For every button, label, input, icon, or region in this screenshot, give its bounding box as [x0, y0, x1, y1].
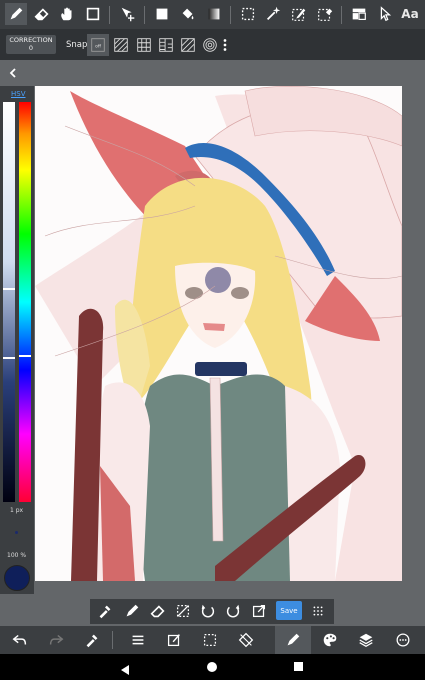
pen-icon[interactable] [121, 600, 143, 622]
clear-layer-icon[interactable] [172, 600, 194, 622]
separator [230, 6, 231, 24]
layer-tool-icon[interactable] [348, 3, 370, 25]
more-options-icon[interactable] [215, 34, 235, 56]
select-pen-tool-icon[interactable] [288, 3, 310, 25]
recents-nav-icon[interactable] [294, 662, 303, 671]
redo-icon[interactable] [45, 629, 67, 651]
snap-perspective-grid-icon[interactable] [155, 34, 177, 56]
drawing-canvas[interactable] [35, 86, 402, 581]
correction-label: CORRECTION [9, 36, 53, 44]
collapse-panel-icon[interactable] [6, 65, 20, 79]
hand-tool-icon[interactable] [56, 3, 78, 25]
edit-icon[interactable] [163, 629, 185, 651]
bucket-tool-icon[interactable] [177, 3, 199, 25]
eyedropper-icon[interactable] [81, 629, 103, 651]
snap-off-icon[interactable]: off [87, 34, 109, 56]
selection-icon[interactable] [199, 629, 221, 651]
separator [144, 6, 145, 24]
eraser-tool-icon[interactable] [31, 3, 53, 25]
correction-value: 0 [28, 44, 34, 52]
correction-button[interactable]: CORRECTION 0 [6, 35, 56, 54]
snap-label: Snap [66, 40, 88, 50]
opacity-label[interactable]: 100 % [7, 552, 26, 559]
top-toolbar: Aa [0, 0, 425, 29]
snap-grid-icon[interactable] [133, 34, 155, 56]
eraser-icon[interactable] [147, 600, 169, 622]
redo-rotate-icon[interactable] [222, 600, 244, 622]
separator [112, 631, 113, 649]
pointer-tool-icon[interactable] [374, 3, 396, 25]
select-eraser-tool-icon[interactable] [314, 3, 336, 25]
save-button[interactable]: Save [276, 601, 302, 620]
brightness-slider-handle[interactable] [3, 288, 15, 290]
home-nav-icon[interactable] [207, 662, 217, 672]
snap-diagonal-icon[interactable] [177, 34, 199, 56]
undo-rotate-icon[interactable] [197, 600, 219, 622]
layers-icon[interactable] [355, 629, 377, 651]
rectangle-tool-icon[interactable] [82, 3, 104, 25]
menu-icon[interactable] [127, 629, 149, 651]
fill-shape-tool-icon[interactable] [151, 3, 173, 25]
bottom-toolbar [0, 626, 425, 654]
hue-slider[interactable] [19, 102, 31, 502]
svg-text:off: off [95, 44, 102, 50]
transform-icon[interactable] [235, 629, 257, 651]
pen-icon[interactable] [282, 629, 304, 651]
snap-parallel-icon[interactable] [110, 34, 132, 56]
separator [109, 6, 110, 24]
brightness-slider[interactable] [3, 102, 15, 502]
back-nav-icon[interactable] [120, 661, 130, 680]
text-tool-icon[interactable]: Aa [399, 3, 421, 25]
current-color-swatch[interactable] [4, 565, 30, 591]
magic-wand-tool-icon[interactable] [262, 3, 284, 25]
palette-icon[interactable] [319, 629, 341, 651]
pen-tool-icon[interactable] [5, 3, 27, 25]
selection-tool-icon[interactable] [237, 3, 259, 25]
hue-slider-handle[interactable] [19, 355, 31, 357]
brush-size-label[interactable]: 1 px [10, 507, 23, 514]
color-mode-tab[interactable]: HSV [11, 90, 26, 98]
grid-menu-icon[interactable] [307, 600, 329, 622]
eyedropper-icon[interactable] [94, 600, 116, 622]
separator [341, 6, 342, 24]
gradient-tool-icon[interactable] [203, 3, 225, 25]
settings-icon[interactable] [392, 629, 414, 651]
move-tool-icon[interactable] [117, 3, 139, 25]
artwork [35, 86, 402, 581]
brush-size-preview [15, 531, 18, 534]
saturation-slider-handle[interactable] [3, 357, 15, 359]
system-nav-bar [0, 654, 425, 680]
export-icon[interactable] [248, 600, 270, 622]
undo-icon[interactable] [9, 629, 31, 651]
